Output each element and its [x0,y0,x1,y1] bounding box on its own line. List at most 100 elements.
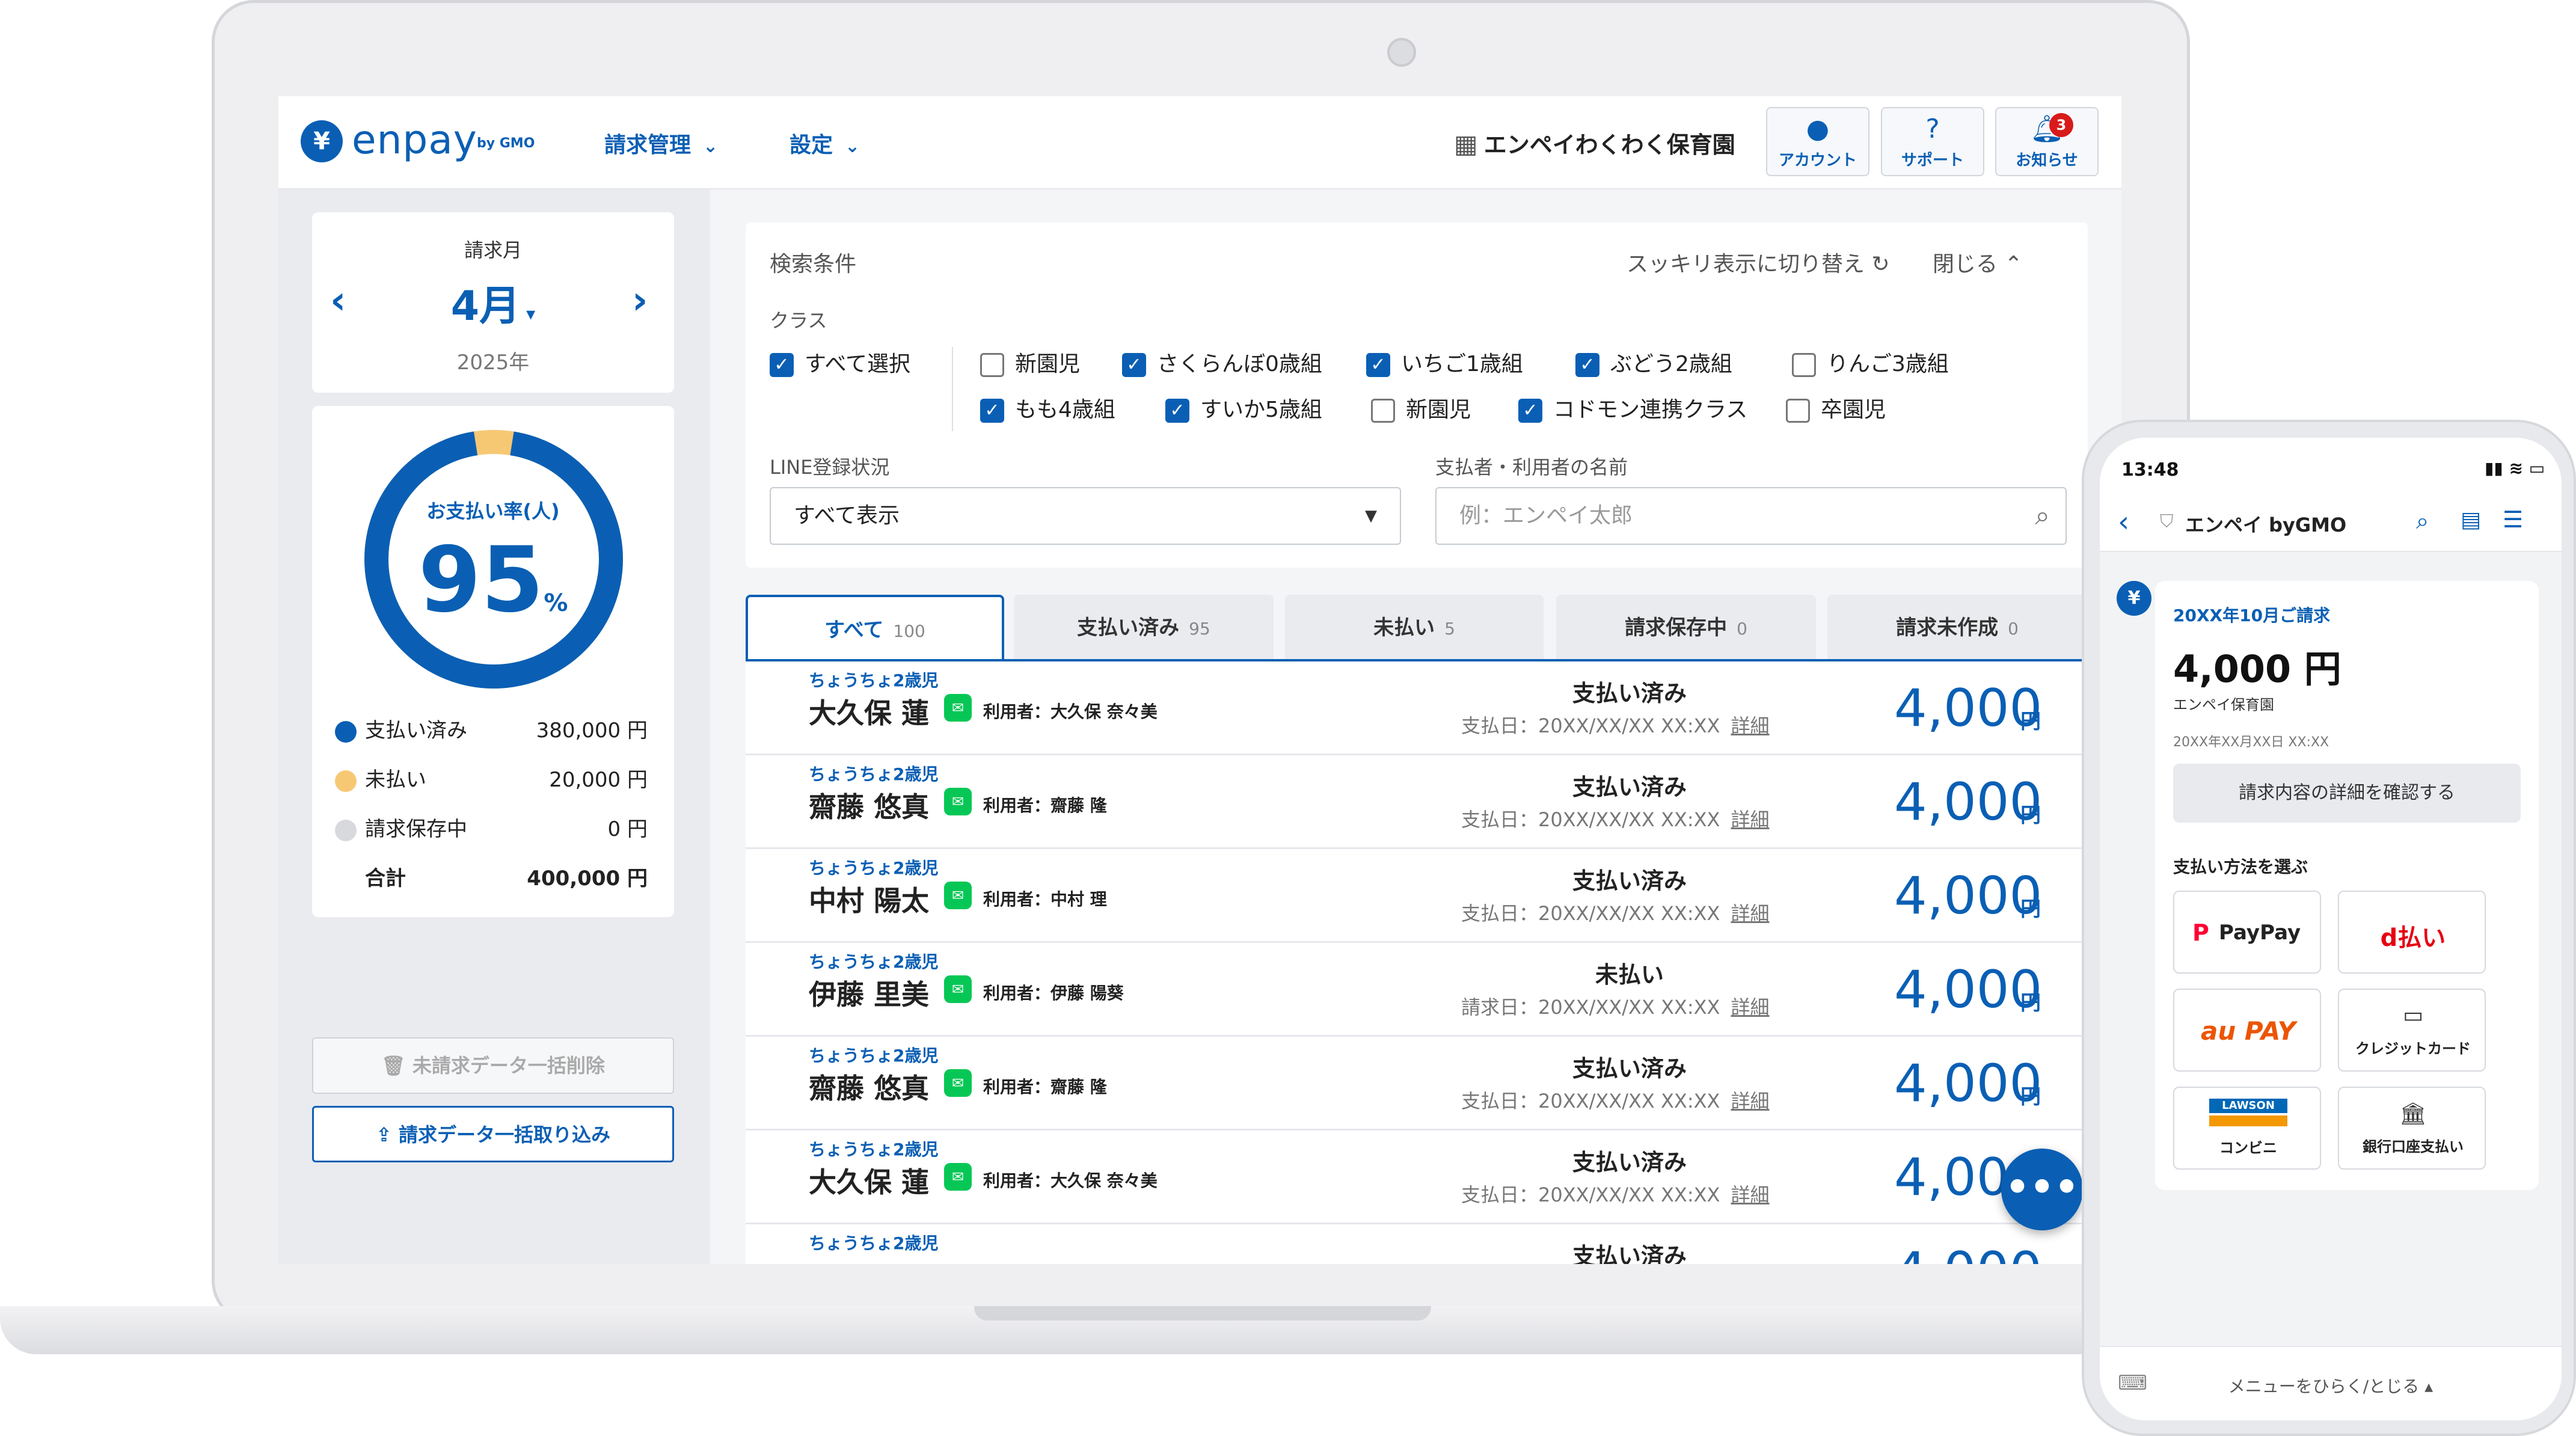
tab-paid[interactable]: 支払い済み 95 [1014,595,1274,661]
convenience-store-button[interactable]: LAWSON コンビニ [2173,1087,2321,1170]
chat-bubble-icon[interactable]: ••• [2001,1149,2083,1230]
checkbox-checked-icon: ✓ [770,353,794,377]
back-icon[interactable]: ‹ [2118,505,2129,539]
bill-date: 20XX年XX月XX日 XX:XX [2173,735,2329,750]
row-date: 請求日：20XX/XX/XX XX:XX 詳細 [1461,992,1769,1020]
class-checkbox[interactable]: ✓ いちご1歳組 [1366,346,1523,378]
detail-link[interactable]: 詳細 [1731,902,1769,925]
class-checkbox[interactable]: ✓ ぶどう2歳組 [1575,346,1732,378]
row-status: 支払い済み [1572,1243,1687,1264]
class-checkbox[interactable]: ✓ もも4歳組 [980,392,1115,423]
person-icon: ● [1806,114,1830,144]
sidebar: 請求月 ‹ 4月 ▾ › 2025年 お支払い率(人) 95% 支払い済み 380… [278,189,710,1264]
close-panel-link[interactable]: 閉じる ⌃ [1933,247,2023,278]
detail-link[interactable]: 詳細 [1731,1090,1769,1112]
upload-icon: ⇪ [376,1123,392,1146]
table-row[interactable]: ちょうちょ2歳児 齋藤 悠真 ✉︎ 利用者：齋藤 隆 支払い済み 支払日：20X… [746,755,2088,849]
chevron-down-icon: ⌄ [703,136,719,157]
detail-link[interactable]: 詳細 [1731,808,1769,831]
credit-card-button[interactable]: ▭ クレジットカード [2338,989,2486,1072]
class-checkbox-label: さくらんぼ0歳組 [1157,352,1322,376]
select-all-checkbox[interactable]: ✓ すべて選択 [770,346,910,378]
menu-toggle[interactable]: メニューをひらく/とじる ▴ [2100,1373,2562,1398]
class-checkbox[interactable]: ✓ すいか5歳組 [1165,392,1322,423]
name-search-input[interactable]: 例：エンペイ太郎 ⌕ [1435,487,2067,545]
building-icon: ▦ [1454,129,1478,159]
total-value: 400,000 円 [527,867,648,891]
class-checkbox-label: すいか5歳組 [1200,397,1322,422]
camera-dot [1387,38,1416,67]
bell-icon: 🔔︎ [2030,114,2064,144]
class-checkbox[interactable]: りんご3歳組 [1792,346,1949,378]
class-checkbox[interactable]: ✓ コドモン連携クラス [1518,392,1747,423]
enpay-avatar-icon: ¥ [2117,581,2151,616]
menu-icon[interactable]: ☰ [2503,506,2523,533]
table-row[interactable]: ちょうちょ2歳児 伊藤 里美 ✉︎ 利用者：伊藤 陽葵 未払い 請求日：20XX… [746,943,2088,1037]
phone-time: 13:48 [2121,459,2179,480]
bulk-import-button[interactable]: ⇪ 請求データ一括取り込み [312,1106,674,1162]
toggle-view-link[interactable]: スッキリ表示に切り替え ↻ [1627,247,1890,278]
bill-title: 20XX年10月ご請求 [2173,606,2331,625]
legend-value: 0 円 [607,817,648,841]
paypay-button[interactable]: P PayPay [2173,891,2321,974]
menu-toggle-label: メニューをひらく/とじる [2228,1376,2420,1396]
month-selector[interactable]: 4月 ▾ [312,272,674,332]
detail-link[interactable]: 詳細 [1731,1183,1769,1206]
table-row[interactable]: ちょうちょ2歳児 大久保 蓮 ✉︎ 利用者：大久保 奈々美 支払い済み 支払日：… [746,661,2088,755]
table-row[interactable]: ちょうちょ2歳児 中村 陽太 ✉︎ 利用者：中村 理 支払い済み 支払日：20X… [746,849,2088,943]
search-icon[interactable]: ⌕ [2416,508,2429,535]
bulk-delete-button[interactable]: 🗑︎ 未請求データ一括削除 [312,1037,674,1094]
legend-dot [335,720,357,743]
bank-account-label: 銀行口座支払い [2363,1138,2464,1155]
tab-saved[interactable]: 請求保存中 0 [1556,595,1816,661]
detail-link[interactable]: 詳細 [1731,714,1769,737]
row-user: 利用者：中村 理 [983,889,1107,909]
class-checkbox[interactable]: 新園児 [1371,392,1471,423]
class-checkbox-label: いちご1歳組 [1401,352,1523,376]
notice-button[interactable]: 🔔︎ お知らせ 3 [1995,107,2099,176]
class-checkbox[interactable]: ✓ さくらんぼ0歳組 [1122,346,1322,378]
row-status: 支払い済み [1572,774,1687,800]
name-search-placeholder: 例：エンペイ太郎 [1459,503,1633,528]
row-status: 支払い済み [1572,1055,1687,1082]
checkbox-icon [980,353,1004,377]
checkbox-icon [1371,399,1395,423]
line-status-select[interactable]: すべて表示 ▼ [770,487,1401,545]
bank-account-button[interactable]: 🏛︎ 銀行口座支払い [2338,1087,2486,1170]
row-name: 齋藤 悠真 [809,1072,930,1105]
month-card: 請求月 ‹ 4月 ▾ › 2025年 [312,212,674,393]
row-name: 中村 陽太 [809,885,930,917]
paypay-label: PayPay [2219,921,2301,945]
tab-unpaid[interactable]: 未払い 5 [1285,595,1544,661]
dbarai-button[interactable]: d払い [2338,891,2486,974]
row-user: 利用者：齋藤 隆 [983,796,1107,815]
tab-all[interactable]: すべて 100 [746,595,1004,661]
support-label: サポート [1901,152,1964,170]
next-month-icon[interactable]: › [632,278,648,323]
notice-label: お知らせ [2016,152,2078,170]
table-row[interactable]: ちょうちょ2歳児 支払い済み 4,000 [746,1224,2088,1264]
bill-detail-label: 請求内容の詳細を確認する [2239,782,2455,803]
detail-link[interactable]: 詳細 [1731,996,1769,1019]
table-row[interactable]: ちょうちょ2歳児 大久保 蓮 ✉︎ 利用者：大久保 奈々美 支払い済み 支払日：… [746,1131,2088,1224]
name-search-label: 支払者・利用者の名前 [1435,456,1628,479]
table-row[interactable]: ちょうちょ2歳児 齋藤 悠真 ✉︎ 利用者：齋藤 隆 支払い済み 支払日：20X… [746,1037,2088,1131]
class-checkbox[interactable]: 新園児 [980,346,1080,378]
document-icon[interactable]: ▤ [2461,508,2481,532]
nav-settings[interactable]: 設定 ⌄ [790,127,860,159]
search-panel: 検索条件 スッキリ表示に切り替え ↻ 閉じる ⌃ クラス ✓ すべて選択 新園児 … [746,222,2088,568]
support-button[interactable]: ? サポート [1881,107,1984,176]
tab-label: 請求未作成 [1896,616,1999,640]
class-checkbox[interactable]: 卒園児 [1786,392,1886,423]
checkbox-checked-icon: ✓ [980,399,1004,423]
account-button[interactable]: ● アカウント [1766,107,1869,176]
class-checkbox-label: コドモン連携クラス [1553,397,1748,422]
tab-count: 95 [1189,619,1210,639]
row-class: ちょうちょ2歳児 [809,764,939,784]
nav-billing[interactable]: 請求管理 ⌄ [604,127,718,159]
bill-detail-button[interactable]: 請求内容の詳細を確認する [2173,764,2521,823]
tab-count: 5 [1444,619,1455,639]
tab-not-created[interactable]: 請求未作成 0 [1827,595,2087,661]
aupay-button[interactable]: au PAY [2173,989,2321,1072]
class-checkbox-label: もも4歳組 [1015,397,1115,422]
